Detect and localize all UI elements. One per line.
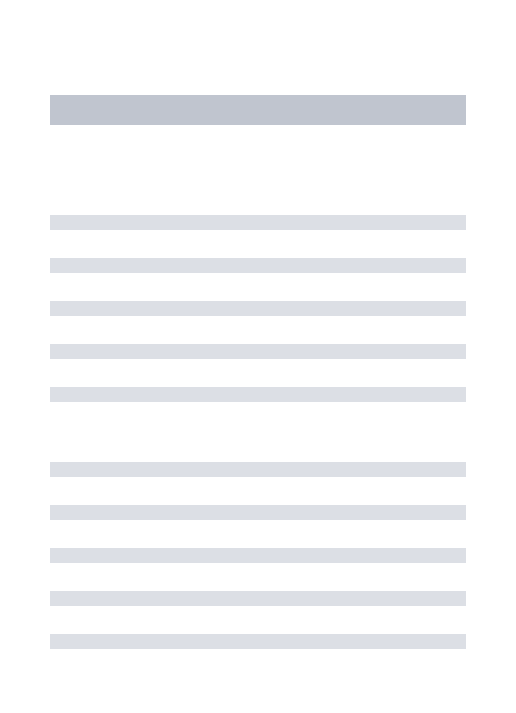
- text-line-placeholder: [50, 301, 466, 316]
- text-line-placeholder: [50, 591, 466, 606]
- section-gap: [50, 430, 466, 462]
- text-line-placeholder: [50, 258, 466, 273]
- text-line-placeholder: [50, 462, 466, 477]
- text-line-placeholder: [50, 344, 466, 359]
- title-placeholder: [50, 95, 466, 125]
- text-line-placeholder: [50, 548, 466, 563]
- skeleton-page: [0, 0, 516, 649]
- text-line-placeholder: [50, 634, 466, 649]
- text-line-placeholder: [50, 387, 466, 402]
- text-line-placeholder: [50, 505, 466, 520]
- text-line-placeholder: [50, 215, 466, 230]
